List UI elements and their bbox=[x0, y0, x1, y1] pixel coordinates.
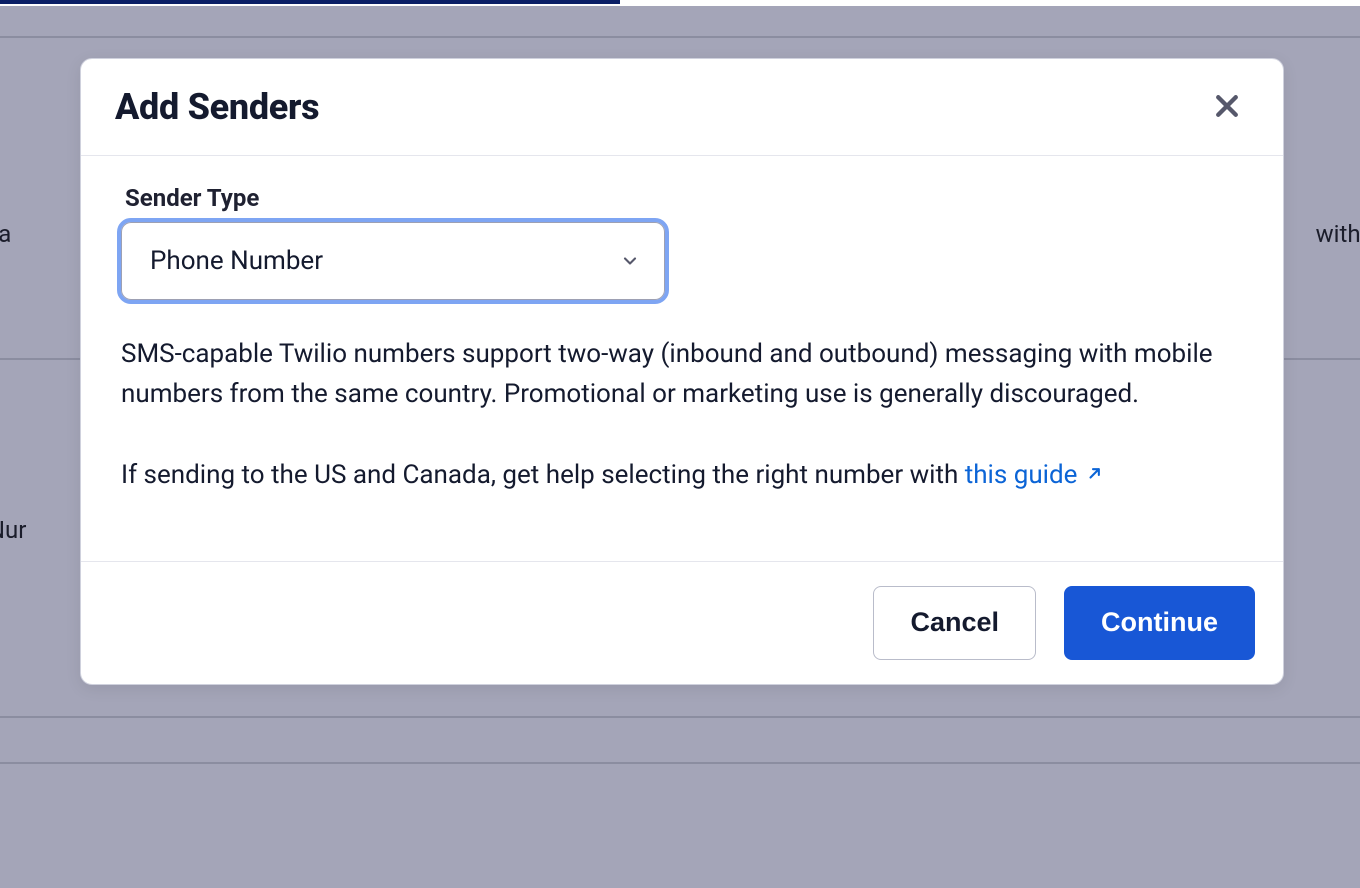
continue-button[interactable]: Continue bbox=[1064, 586, 1255, 660]
add-senders-modal: Add Senders Sender Type Phone Number SMS… bbox=[80, 58, 1284, 685]
modal-header: Add Senders bbox=[81, 59, 1283, 156]
external-link-icon bbox=[1083, 457, 1103, 497]
help-text-prefix: If sending to the US and Canada, get hel… bbox=[121, 460, 965, 490]
cancel-button[interactable]: Cancel bbox=[873, 586, 1036, 660]
sender-type-select[interactable]: Phone Number bbox=[121, 222, 665, 300]
background-text: with b bbox=[1316, 220, 1360, 248]
guide-link[interactable]: this guide bbox=[965, 460, 1104, 490]
divider bbox=[0, 716, 1360, 718]
modal-title: Add Senders bbox=[115, 86, 319, 128]
background-text: be tha bbox=[0, 220, 11, 248]
help-text: SMS-capable Twilio numbers support two-w… bbox=[121, 334, 1241, 415]
chevron-down-icon bbox=[620, 251, 640, 271]
close-icon bbox=[1212, 91, 1242, 124]
modal-body: Sender Type Phone Number SMS-capable Twi… bbox=[81, 156, 1283, 533]
divider bbox=[0, 36, 1360, 38]
divider bbox=[0, 762, 1360, 764]
select-value: Phone Number bbox=[150, 246, 323, 276]
background-text: pp Nur bbox=[0, 516, 26, 544]
help-text-secondary: If sending to the US and Canada, get hel… bbox=[121, 455, 1243, 497]
modal-footer: Cancel Continue bbox=[81, 561, 1283, 684]
progress-indicator bbox=[0, 0, 620, 4]
close-button[interactable] bbox=[1205, 85, 1249, 129]
sender-type-label: Sender Type bbox=[125, 184, 1243, 212]
